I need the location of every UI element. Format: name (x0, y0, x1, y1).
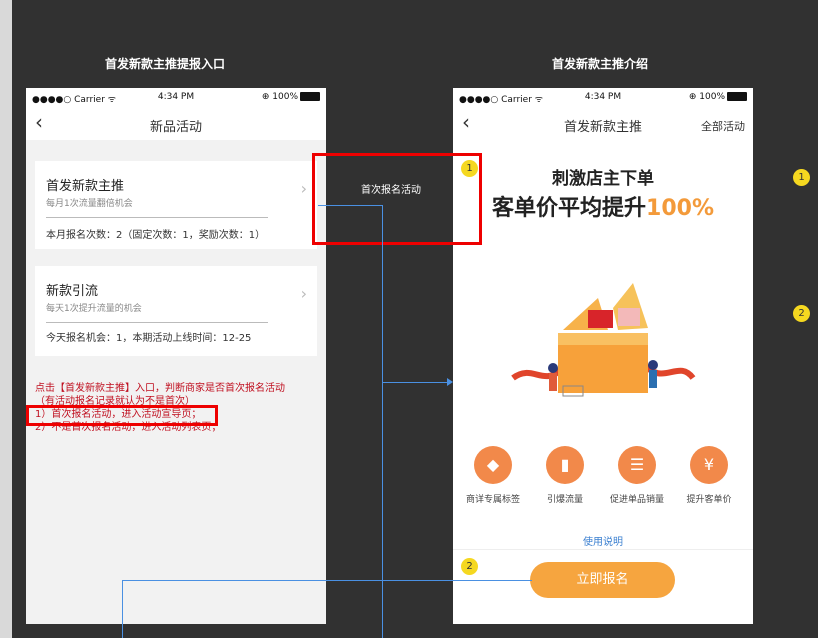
feature-label: 促进单品销量 (609, 495, 664, 505)
feature-traffic[interactable]: ▮ 引爆流量 (530, 446, 600, 505)
feature-label: 商详专属标签 (465, 495, 520, 505)
battery-indicator: ⊕ 100% (689, 92, 747, 102)
card-subtitle: 每月1次流量翻倍机会 (46, 199, 133, 209)
card-title: 新款引流 (46, 284, 99, 299)
left-phone-screen: ●●●●○ Carrier ᯤ 4:34 PM ⊕ 100% ‹ 新品活动 首发… (26, 88, 326, 624)
all-activities-link[interactable]: 全部活动 (701, 118, 745, 134)
divider (453, 549, 753, 550)
left-screen-title: 首发新款主推提报入口 (104, 57, 225, 71)
chevron-right-icon: › (300, 284, 307, 303)
headline-secondary: 客单价平均提升100% (492, 196, 714, 221)
chart-icon: ▮ (546, 446, 584, 484)
tag-icon: ◆ (474, 446, 512, 484)
step-badge: 1 (461, 160, 478, 177)
right-phone-screen: ●●●●○ Carrier ᯤ 4:34 PM ⊕ 100% ‹ 首发新款主推 … (453, 88, 753, 624)
battery-indicator: ⊕ 100% (262, 92, 320, 102)
note-line: 点击【首发新款主推】入口，判断商家是否首次报名活动 (35, 383, 285, 394)
headline-primary: 刺激店主下单 (552, 169, 654, 189)
left-edge-strip (0, 0, 12, 638)
step-badge: 1 (793, 169, 810, 186)
connector-line (318, 205, 382, 206)
headline-percent: 100% (646, 196, 714, 221)
battery-icon (727, 92, 747, 101)
card-footer: 今天报名机会：1，本期活动上线时间：12-25 (46, 333, 252, 344)
coins-icon: ☰ (618, 446, 656, 484)
card-subtitle: 每天1次提升流量的机会 (46, 304, 142, 314)
connector-line (122, 580, 532, 581)
feature-order-value[interactable]: ¥ 提升客单价 (674, 446, 744, 505)
step-badge: 2 (461, 558, 478, 575)
connector-line (382, 382, 448, 383)
feature-tag[interactable]: ◆ 商详专属标签 (458, 446, 528, 505)
feature-label: 提升客单价 (686, 495, 732, 505)
gift-box-illustration (511, 283, 696, 397)
divider (46, 322, 268, 323)
highlight-box-note (26, 405, 218, 426)
activity-card-new-traffic[interactable]: 新款引流 每天1次提升流量的机会 › 今天报名机会：1，本期活动上线时间：12-… (35, 266, 317, 356)
feature-sales[interactable]: ☰ 促进单品销量 (602, 446, 672, 505)
chevron-right-icon: › (300, 179, 307, 198)
feature-label: 引爆流量 (546, 495, 583, 505)
annotation-label: 首次报名活动 (361, 185, 421, 196)
status-bar: ●●●●○ Carrier ᯤ 4:34 PM ⊕ 100% (453, 88, 753, 106)
usage-instructions-link[interactable]: 使用说明 (453, 533, 753, 548)
connector-line (122, 580, 123, 638)
nav-bar: ‹ 新品活动 (26, 106, 326, 140)
divider (46, 217, 268, 218)
nav-bar: ‹ 首发新款主推 全部活动 (453, 106, 753, 140)
arrow-head-icon (447, 378, 453, 386)
step-badge: 2 (793, 305, 810, 322)
register-now-button[interactable]: 立即报名 (530, 562, 675, 598)
battery-icon (300, 92, 320, 101)
right-screen-title: 首发新款主推介绍 (551, 57, 648, 71)
connector-line (382, 205, 383, 638)
status-bar: ●●●●○ Carrier ᯤ 4:34 PM ⊕ 100% (26, 88, 326, 106)
card-title: 首发新款主推 (46, 179, 125, 194)
card-footer: 本月报名次数：2（固定次数：1，奖励次数：1） (46, 230, 266, 241)
activity-card-first-launch[interactable]: 首发新款主推 每月1次流量翻倍机会 › 本月报名次数：2（固定次数：1，奖励次数… (35, 161, 317, 249)
page-title: 新品活动 (149, 120, 202, 135)
yen-bag-icon: ¥ (690, 446, 728, 484)
highlight-box-first-signup (312, 153, 482, 245)
